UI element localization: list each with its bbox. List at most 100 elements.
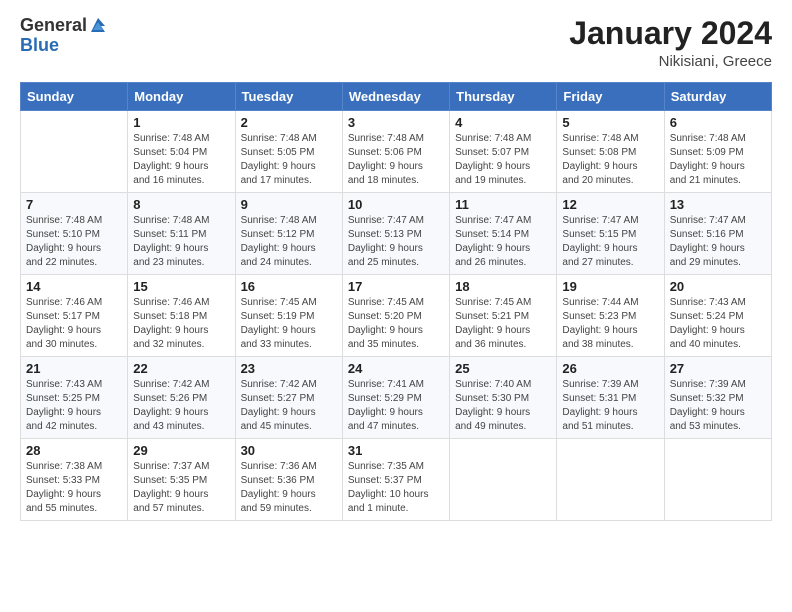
day-info: Sunrise: 7:48 AM Sunset: 5:10 PM Dayligh… <box>26 214 122 270</box>
day-cell: 20Sunrise: 7:43 AM Sunset: 5:24 PM Dayli… <box>664 275 771 357</box>
day-number: 19 <box>562 279 658 294</box>
day-info: Sunrise: 7:46 AM Sunset: 5:17 PM Dayligh… <box>26 296 122 352</box>
day-info: Sunrise: 7:35 AM Sunset: 5:37 PM Dayligh… <box>348 460 444 516</box>
day-cell: 30 Sunrise: 7:36 AM Sunset: 5:36 PM Dayli… <box>235 439 342 521</box>
day-cell: 31 Sunrise: 7:35 AM Sunset: 5:37 PM Dayli… <box>342 439 449 521</box>
day-info: Sunrise: 7:48 AM Sunset: 5:08 PM Dayligh… <box>562 132 658 188</box>
day-number: 28 <box>26 443 122 458</box>
day-cell: 19 Sunrise: 7:44 AM Sunset: 5:23 PM Dayli… <box>557 275 664 357</box>
day-cell: 28 Sunrise: 7:38 AM Sunset: 5:33 PM Dayli… <box>21 439 128 521</box>
day-number: 10 <box>348 197 444 212</box>
day-info: Sunrise: 7:37 AM Sunset: 5:35 PM Dayligh… <box>133 460 229 516</box>
day-info: Sunrise: 7:47 AM Sunset: 5:13 PM Dayligh… <box>348 214 444 270</box>
day-info: Sunrise: 7:43 AM Sunset: 5:25 PM Dayligh… <box>26 378 122 434</box>
logo-icon <box>89 16 107 34</box>
day-info: Sunrise: 7:42 AM Sunset: 5:27 PM Dayligh… <box>241 378 337 434</box>
day-cell: 27Sunrise: 7:39 AM Sunset: 5:32 PM Dayli… <box>664 357 771 439</box>
day-info: Sunrise: 7:42 AM Sunset: 5:26 PM Dayligh… <box>133 378 229 434</box>
logo-general-text: General <box>20 16 87 36</box>
logo-blue-text: Blue <box>20 36 107 56</box>
day-number: 7 <box>26 197 122 212</box>
day-info: Sunrise: 7:38 AM Sunset: 5:33 PM Dayligh… <box>26 460 122 516</box>
week-row-2: 7 Sunrise: 7:48 AM Sunset: 5:10 PM Daylig… <box>21 193 772 275</box>
day-cell: 21 Sunrise: 7:43 AM Sunset: 5:25 PM Dayli… <box>21 357 128 439</box>
day-cell: 8Sunrise: 7:48 AM Sunset: 5:11 PM Daylig… <box>128 193 235 275</box>
day-info: Sunrise: 7:48 AM Sunset: 5:06 PM Dayligh… <box>348 132 444 188</box>
week-row-3: 14 Sunrise: 7:46 AM Sunset: 5:17 PM Dayli… <box>21 275 772 357</box>
day-number: 11 <box>455 197 551 212</box>
day-info: Sunrise: 7:47 AM Sunset: 5:14 PM Dayligh… <box>455 214 551 270</box>
day-info: Sunrise: 7:40 AM Sunset: 5:30 PM Dayligh… <box>455 378 551 434</box>
day-number: 6 <box>670 115 766 130</box>
col-header-sunday: Sunday <box>21 83 128 111</box>
day-number: 8 <box>133 197 229 212</box>
logo: General Blue <box>20 16 107 56</box>
day-cell <box>21 111 128 193</box>
day-number: 30 <box>241 443 337 458</box>
day-number: 24 <box>348 361 444 376</box>
day-cell: 5 Sunrise: 7:48 AM Sunset: 5:08 PM Daylig… <box>557 111 664 193</box>
col-header-friday: Friday <box>557 83 664 111</box>
day-info: Sunrise: 7:48 AM Sunset: 5:05 PM Dayligh… <box>241 132 337 188</box>
day-cell: 14 Sunrise: 7:46 AM Sunset: 5:17 PM Dayli… <box>21 275 128 357</box>
day-number: 16 <box>241 279 337 294</box>
day-cell: 13 Sunrise: 7:47 AM Sunset: 5:16 PM Dayli… <box>664 193 771 275</box>
header: General Blue January 2024 Nikisiani, Gre… <box>20 16 772 70</box>
week-row-1: 1Sunrise: 7:48 AM Sunset: 5:04 PM Daylig… <box>21 111 772 193</box>
day-cell: 4Sunrise: 7:48 AM Sunset: 5:07 PM Daylig… <box>450 111 557 193</box>
location: Nikisiani, Greece <box>569 53 772 70</box>
col-header-monday: Monday <box>128 83 235 111</box>
day-info: Sunrise: 7:45 AM Sunset: 5:20 PM Dayligh… <box>348 296 444 352</box>
calendar: SundayMondayTuesdayWednesdayThursdayFrid… <box>20 82 772 521</box>
day-number: 21 <box>26 361 122 376</box>
day-cell: 16 Sunrise: 7:45 AM Sunset: 5:19 PM Dayli… <box>235 275 342 357</box>
day-number: 1 <box>133 115 229 130</box>
day-cell: 11 Sunrise: 7:47 AM Sunset: 5:14 PM Dayli… <box>450 193 557 275</box>
day-info: Sunrise: 7:45 AM Sunset: 5:21 PM Dayligh… <box>455 296 551 352</box>
day-info: Sunrise: 7:36 AM Sunset: 5:36 PM Dayligh… <box>241 460 337 516</box>
day-cell: 18 Sunrise: 7:45 AM Sunset: 5:21 PM Dayli… <box>450 275 557 357</box>
day-info: Sunrise: 7:43 AM Sunset: 5:24 PM Dayligh… <box>670 296 766 352</box>
day-info: Sunrise: 7:48 AM Sunset: 5:12 PM Dayligh… <box>241 214 337 270</box>
day-info: Sunrise: 7:41 AM Sunset: 5:29 PM Dayligh… <box>348 378 444 434</box>
day-info: Sunrise: 7:48 AM Sunset: 5:09 PM Dayligh… <box>670 132 766 188</box>
day-number: 14 <box>26 279 122 294</box>
day-number: 22 <box>133 361 229 376</box>
day-number: 26 <box>562 361 658 376</box>
day-number: 12 <box>562 197 658 212</box>
day-cell: 15Sunrise: 7:46 AM Sunset: 5:18 PM Dayli… <box>128 275 235 357</box>
day-cell: 24 Sunrise: 7:41 AM Sunset: 5:29 PM Dayli… <box>342 357 449 439</box>
day-number: 27 <box>670 361 766 376</box>
day-cell: 2 Sunrise: 7:48 AM Sunset: 5:05 PM Daylig… <box>235 111 342 193</box>
month-title: January 2024 <box>569 16 772 51</box>
day-cell: 10 Sunrise: 7:47 AM Sunset: 5:13 PM Dayli… <box>342 193 449 275</box>
day-cell: 9Sunrise: 7:48 AM Sunset: 5:12 PM Daylig… <box>235 193 342 275</box>
day-cell: 23 Sunrise: 7:42 AM Sunset: 5:27 PM Dayli… <box>235 357 342 439</box>
day-cell <box>664 439 771 521</box>
day-number: 2 <box>241 115 337 130</box>
day-info: Sunrise: 7:45 AM Sunset: 5:19 PM Dayligh… <box>241 296 337 352</box>
day-number: 31 <box>348 443 444 458</box>
day-info: Sunrise: 7:39 AM Sunset: 5:31 PM Dayligh… <box>562 378 658 434</box>
col-header-tuesday: Tuesday <box>235 83 342 111</box>
day-cell: 7 Sunrise: 7:48 AM Sunset: 5:10 PM Daylig… <box>21 193 128 275</box>
day-cell: 1Sunrise: 7:48 AM Sunset: 5:04 PM Daylig… <box>128 111 235 193</box>
day-cell: 26 Sunrise: 7:39 AM Sunset: 5:31 PM Dayli… <box>557 357 664 439</box>
col-header-wednesday: Wednesday <box>342 83 449 111</box>
day-info: Sunrise: 7:47 AM Sunset: 5:15 PM Dayligh… <box>562 214 658 270</box>
day-cell: 17Sunrise: 7:45 AM Sunset: 5:20 PM Dayli… <box>342 275 449 357</box>
day-number: 18 <box>455 279 551 294</box>
day-cell: 25 Sunrise: 7:40 AM Sunset: 5:30 PM Dayli… <box>450 357 557 439</box>
day-number: 23 <box>241 361 337 376</box>
day-cell: 22 Sunrise: 7:42 AM Sunset: 5:26 PM Dayli… <box>128 357 235 439</box>
title-block: January 2024 Nikisiani, Greece <box>569 16 772 70</box>
day-info: Sunrise: 7:47 AM Sunset: 5:16 PM Dayligh… <box>670 214 766 270</box>
calendar-header-row: SundayMondayTuesdayWednesdayThursdayFrid… <box>21 83 772 111</box>
day-number: 29 <box>133 443 229 458</box>
col-header-saturday: Saturday <box>664 83 771 111</box>
day-number: 13 <box>670 197 766 212</box>
day-number: 5 <box>562 115 658 130</box>
day-cell: 12 Sunrise: 7:47 AM Sunset: 5:15 PM Dayli… <box>557 193 664 275</box>
day-number: 25 <box>455 361 551 376</box>
day-info: Sunrise: 7:44 AM Sunset: 5:23 PM Dayligh… <box>562 296 658 352</box>
